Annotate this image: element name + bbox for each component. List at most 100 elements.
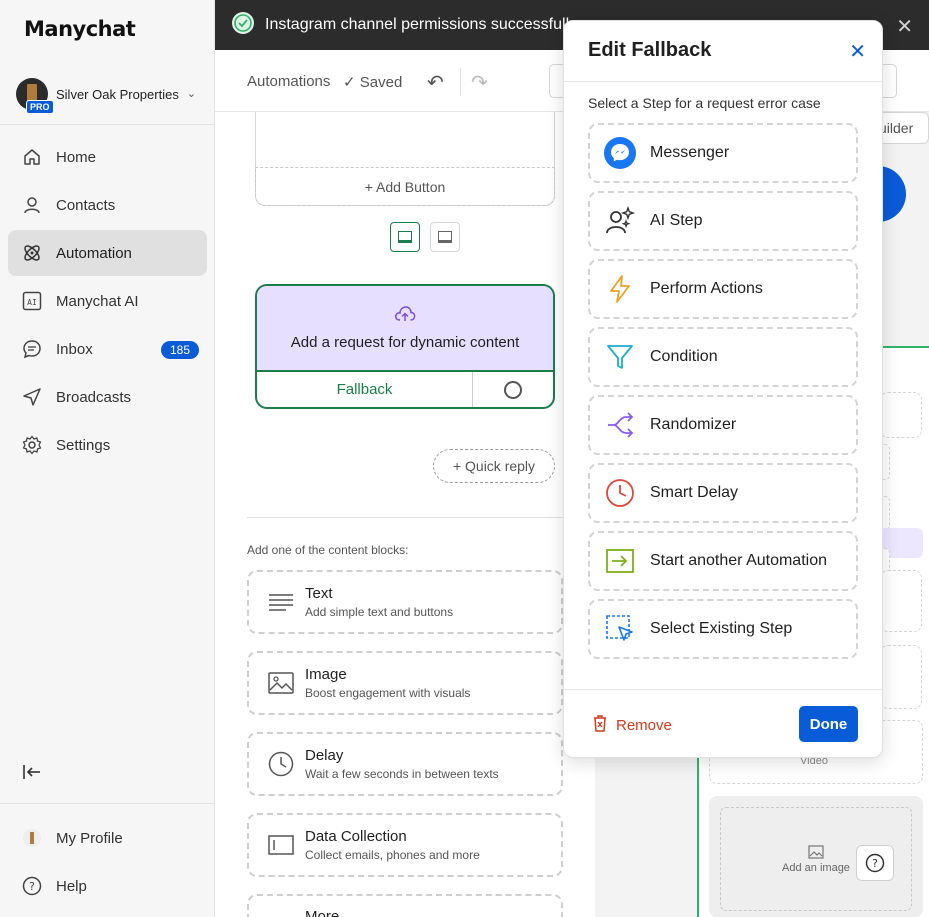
block-title: Delay (305, 747, 344, 764)
node-slot (880, 645, 922, 709)
fallback-button[interactable]: Fallback (257, 372, 473, 407)
block-subtitle: Wait a few seconds in between texts (305, 767, 499, 781)
filter-icon (604, 341, 636, 373)
inbox-count-badge: 185 (160, 341, 199, 359)
text-lines-icon (267, 588, 295, 616)
save-status-label: Saved (359, 74, 403, 91)
edit-fallback-dialog: Edit Fallback ✕ Select a Step for a requ… (563, 20, 883, 758)
account-name: Silver Oak Properties (56, 86, 179, 102)
content-block-image[interactable]: Image Boost engagement with visuals (247, 651, 563, 715)
undo-icon[interactable]: ↶ (427, 70, 444, 95)
nav-label: Help (56, 877, 87, 895)
node-slot (880, 570, 922, 632)
nav-item-home[interactable]: Home (8, 134, 207, 180)
block-title: Data Collection (305, 828, 407, 845)
cursor-select-icon (604, 613, 636, 645)
ai-person-icon (604, 205, 636, 237)
done-button[interactable]: Done (799, 706, 858, 742)
svg-text:?: ? (29, 880, 35, 893)
gear-icon (22, 435, 42, 455)
person-icon (22, 195, 42, 215)
content-block-delay[interactable]: Delay Wait a few seconds in between texts (247, 732, 563, 796)
layout-horizontal-toggle[interactable] (430, 222, 460, 252)
step-label: Start another Automation (650, 552, 827, 569)
step-option-smart-delay[interactable]: Smart Delay (588, 463, 858, 523)
check-icon: ✓ (343, 74, 356, 91)
nav-item-help[interactable]: ? Help (8, 863, 207, 909)
ai-icon: AI (22, 291, 42, 311)
nav-label: Automation (56, 244, 132, 262)
close-icon[interactable]: ✕ (896, 14, 913, 39)
nav-item-inbox[interactable]: Inbox 185 (8, 326, 207, 372)
nav-item-manychat-ai[interactable]: AI Manychat AI (8, 278, 207, 324)
blocks-hint: Add one of the content blocks: (247, 543, 409, 557)
quick-reply-button[interactable]: + Quick reply (433, 449, 555, 483)
cloud-upload-icon (394, 305, 416, 328)
send-icon (22, 387, 42, 407)
nav-item-broadcasts[interactable]: Broadcasts (8, 374, 207, 420)
layout-vertical-toggle[interactable] (390, 222, 420, 252)
account-switcher[interactable]: PRO Silver Oak Properties ⌄ (16, 76, 206, 114)
atom-icon (22, 243, 42, 263)
nav-label: Home (56, 148, 97, 166)
breadcrumb[interactable]: Automations (247, 73, 330, 90)
more-icon (267, 908, 295, 917)
nav-label: Contacts (56, 196, 116, 214)
image-icon (808, 844, 824, 862)
step-label: Messenger (650, 144, 730, 161)
step-label: Select Existing Step (650, 620, 793, 637)
step-label: Randomizer (650, 416, 737, 433)
help-button[interactable]: ? (856, 845, 894, 881)
help-icon: ? (22, 876, 42, 896)
profile-avatar-icon (22, 828, 42, 848)
check-circle-icon (231, 11, 255, 40)
step-option-messenger[interactable]: Messenger (588, 123, 858, 183)
block-title: Text (305, 585, 333, 602)
block-subtitle: Add simple text and buttons (305, 605, 454, 619)
lightning-icon (604, 273, 636, 305)
step-option-select-existing-step[interactable]: Select Existing Step (588, 599, 858, 659)
step-option-start-another-automation[interactable]: Start another Automation (588, 531, 858, 591)
content-block-more[interactable]: More (247, 894, 563, 917)
nav-label: Settings (56, 436, 111, 454)
add-button-button[interactable]: + Add Button (255, 167, 555, 206)
collapse-sidebar-icon[interactable] (22, 762, 42, 787)
builder-toggle-label: uilder (879, 120, 914, 136)
close-icon[interactable]: ✕ (849, 39, 866, 64)
nav-item-settings[interactable]: Settings (8, 422, 207, 468)
nav-item-my-profile[interactable]: My Profile (8, 815, 207, 861)
dynamic-request-card[interactable]: Add a request for dynamic content Fallba… (255, 284, 555, 409)
step-option-perform-actions[interactable]: Perform Actions (588, 259, 858, 319)
remove-button[interactable]: Remove (592, 714, 672, 736)
save-status: ✓ Saved (343, 73, 402, 91)
step-option-condition[interactable]: Condition (588, 327, 858, 387)
pro-badge: PRO (26, 100, 54, 114)
step-label: AI Step (650, 212, 703, 229)
nav-label: My Profile (56, 829, 123, 847)
remove-label: Remove (616, 716, 672, 734)
nav-item-automation[interactable]: Automation (8, 230, 207, 276)
content-block-text[interactable]: Text Add simple text and buttons (247, 570, 563, 634)
avatar: PRO (16, 78, 54, 114)
step-label: Perform Actions (650, 280, 763, 297)
divider (247, 517, 595, 518)
manychat-logo[interactable]: Manychat (24, 17, 136, 41)
step-option-randomizer[interactable]: Randomizer (588, 395, 858, 455)
block-subtitle: Boost engagement with visuals (305, 686, 471, 700)
block-subtitle: Collect emails, phones and more (305, 848, 480, 862)
divider (460, 68, 461, 96)
nav-label: Manychat AI (56, 292, 139, 310)
divider (0, 124, 214, 125)
connector-handle[interactable] (473, 372, 553, 407)
chat-icon (22, 339, 42, 359)
step-option-ai-step[interactable]: AI Step (588, 191, 858, 251)
divider (0, 803, 214, 804)
dialog-subtitle: Select a Step for a request error case (588, 95, 821, 111)
nav-item-contacts[interactable]: Contacts (8, 182, 207, 228)
block-title: More (305, 908, 340, 917)
divider (564, 689, 882, 690)
dialog-title: Edit Fallback (588, 39, 712, 61)
content-block-data-collection[interactable]: Data Collection Collect emails, phones an… (247, 813, 563, 877)
redo-icon[interactable]: ↷ (471, 70, 488, 95)
toolbar-button[interactable] (881, 64, 897, 98)
